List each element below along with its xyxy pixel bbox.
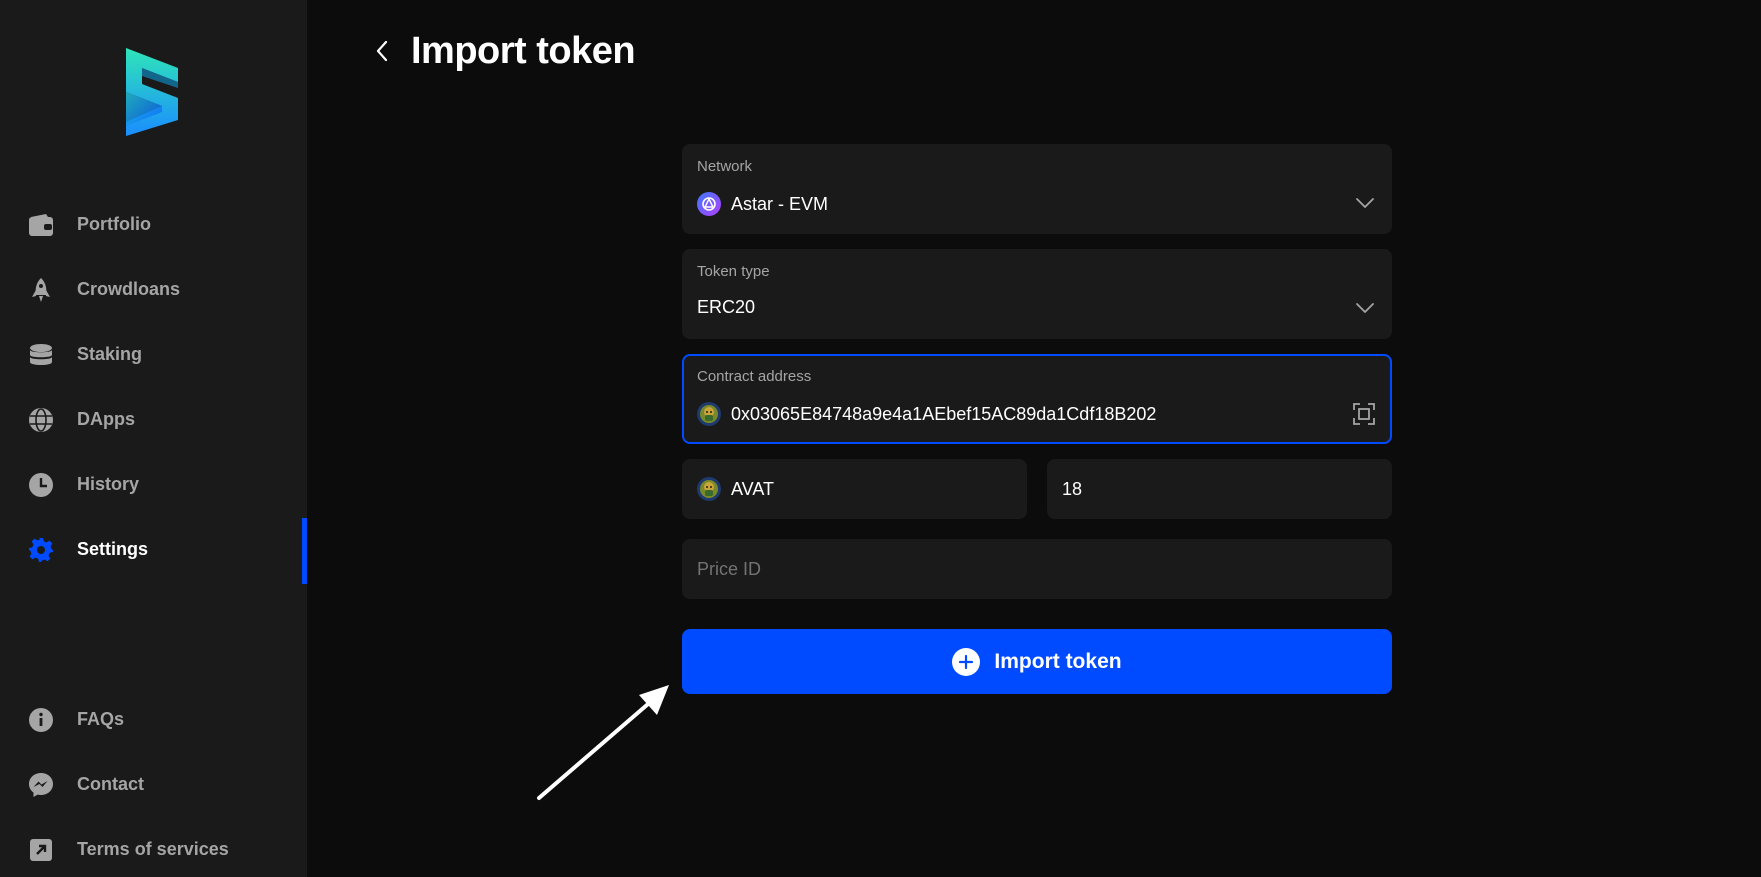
main-content: Import token Network Astar - EVM Token t… <box>307 0 1761 877</box>
info-icon <box>28 707 54 733</box>
database-icon <box>28 342 54 368</box>
sidebar-item-crowdloans[interactable]: Crowdloans <box>0 265 307 313</box>
sidebar-item-label: Contact <box>77 773 144 794</box>
token-type-select[interactable]: Token type ERC20 <box>682 249 1392 339</box>
token-type-value: ERC20 <box>697 297 756 317</box>
subwallet-logo <box>120 46 184 136</box>
sidebar-item-contact[interactable]: Contact <box>0 760 307 808</box>
chevron-down-icon[interactable] <box>1354 297 1376 319</box>
scan-qr-icon[interactable] <box>1352 402 1376 426</box>
plus-circle-icon <box>952 647 981 676</box>
wallet-icon <box>28 212 54 238</box>
chevron-down-icon[interactable] <box>1354 192 1376 214</box>
clock-icon <box>28 472 54 498</box>
sidebar-item-history[interactable]: History <box>0 460 307 508</box>
sidebar: Portfolio Crowdloans Staking DApps Histo… <box>0 0 307 877</box>
token-type-label: Token type <box>697 263 770 280</box>
sidebar-item-settings[interactable]: Settings <box>0 518 307 584</box>
annotation-arrow <box>537 685 669 800</box>
sidebar-item-terms[interactable]: Terms of services <box>0 825 307 873</box>
sidebar-item-dapps[interactable]: DApps <box>0 395 307 443</box>
chevron-left-icon <box>374 39 390 68</box>
sidebar-item-staking[interactable]: Staking <box>0 330 307 378</box>
sidebar-item-label: FAQs <box>77 708 125 729</box>
price-id-field[interactable]: Price ID <box>682 539 1392 599</box>
sidebar-item-portfolio[interactable]: Portfolio <box>0 200 307 248</box>
sidebar-item-label: Settings <box>77 538 149 559</box>
sidebar-item-label: Terms of services <box>77 838 229 859</box>
sidebar-item-label: DApps <box>77 408 135 429</box>
rocket-icon <box>28 277 54 303</box>
sidebar-item-label: Portfolio <box>77 213 151 234</box>
import-token-button[interactable]: Import token <box>682 629 1392 694</box>
globe-icon <box>28 407 54 433</box>
price-id-input[interactable]: Price ID <box>697 559 761 580</box>
sidebar-item-label: Staking <box>77 343 143 364</box>
astar-network-icon <box>697 192 721 216</box>
network-select[interactable]: Network Astar - EVM <box>682 144 1392 234</box>
external-link-icon <box>28 837 54 863</box>
decimals-input[interactable]: 18 <box>1062 479 1082 500</box>
page-title: Import token <box>411 30 636 72</box>
messenger-icon <box>28 772 54 798</box>
import-token-button-label: Import token <box>994 649 1122 673</box>
decimals-field[interactable]: 18 <box>1047 459 1392 519</box>
contract-address-field[interactable]: Contract address 0x03065E84748a9e4a1AEbe… <box>682 354 1392 444</box>
sidebar-item-label: Crowdloans <box>77 278 181 299</box>
sidebar-item-faqs[interactable]: FAQs <box>0 695 307 743</box>
network-label: Network <box>697 158 753 175</box>
contract-address-label: Contract address <box>697 368 812 385</box>
contract-address-input[interactable]: 0x03065E84748a9e4a1AEbef15AC89da1Cdf18B2… <box>731 404 1156 425</box>
sidebar-item-label: History <box>77 473 140 494</box>
back-button[interactable] <box>367 38 397 68</box>
symbol-input[interactable]: AVAT <box>731 479 774 500</box>
symbol-field[interactable]: AVAT <box>682 459 1027 519</box>
token-avatar-icon <box>697 402 721 426</box>
network-value: Astar - EVM <box>731 193 829 214</box>
token-avatar-icon <box>697 477 721 501</box>
app-window: Portfolio Crowdloans Staking DApps Histo… <box>0 0 1761 877</box>
gear-icon <box>28 537 54 563</box>
